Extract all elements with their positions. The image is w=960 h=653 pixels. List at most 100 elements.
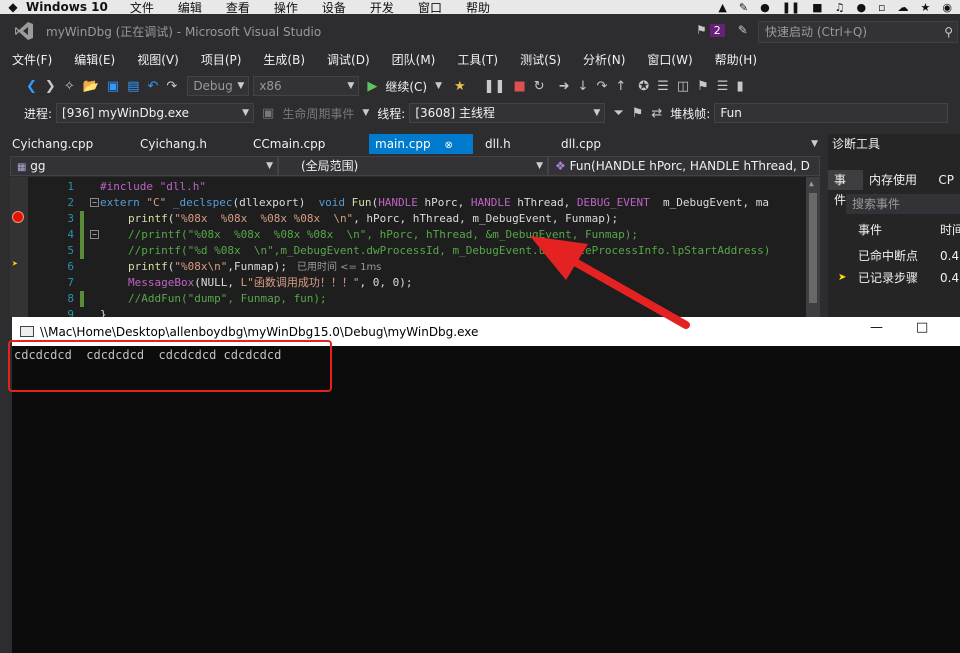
breakpoint-icon[interactable] xyxy=(12,211,24,223)
apple-icon[interactable]: ◆ xyxy=(0,0,26,14)
menu-file[interactable]: 文件(F) xyxy=(12,51,52,68)
toolbar-options-icon[interactable]: ▮ xyxy=(736,79,743,94)
show-next-statement-icon[interactable]: ➜ xyxy=(559,79,570,94)
save-icon[interactable]: ▣ xyxy=(107,79,119,94)
scrollbar-thumb[interactable] xyxy=(809,193,817,303)
minimize-icon[interactable]: — xyxy=(870,320,883,335)
restart-icon[interactable]: ↻ xyxy=(534,79,545,94)
play-icon[interactable]: ▶ xyxy=(367,79,377,94)
mac-menu-help[interactable]: 帮助 xyxy=(466,0,490,15)
bookmark-icon[interactable]: ⚑ xyxy=(697,79,709,94)
project-dropdown[interactable]: ▦ gg ▼ xyxy=(10,156,278,176)
network-icon[interactable]: ▲ xyxy=(718,1,726,14)
tab-memory-usage[interactable]: 内存使用率 xyxy=(863,170,932,207)
quick-launch-input[interactable]: 快速启动 (Ctrl+Q) ⚲ xyxy=(758,21,958,43)
editor-scrollbar[interactable]: ▲ xyxy=(806,177,820,317)
menu-team[interactable]: 团队(M) xyxy=(392,51,436,68)
wechat-icon[interactable]: ● xyxy=(760,1,770,14)
open-file-icon[interactable]: 📂 xyxy=(83,79,99,94)
stack-frame-dropdown[interactable]: Fun xyxy=(714,103,949,123)
wifi-icon[interactable]: ◉ xyxy=(942,1,952,14)
menu-window[interactable]: 窗口(W) xyxy=(647,51,692,68)
code-text[interactable]: #include "dll.h" extern "C" _declspec(dl… xyxy=(100,177,806,317)
stop-debug-icon[interactable]: ■ xyxy=(513,79,525,94)
messages-icon[interactable]: ✎ xyxy=(739,1,748,14)
lifecycle-events-button[interactable]: 生命周期事件 xyxy=(282,105,354,122)
tab-main-cpp[interactable]: main.cpp ⊗ ✕ xyxy=(369,134,473,173)
maximize-icon[interactable]: □ xyxy=(916,320,928,335)
hot-reload-icon[interactable]: ★ xyxy=(454,79,466,94)
collapse-icon[interactable]: − xyxy=(90,230,99,239)
menu-view[interactable]: 视图(V) xyxy=(137,51,179,68)
dock-icon[interactable]: ■ xyxy=(812,1,822,14)
column-time[interactable]: 时间 xyxy=(940,220,960,240)
pin-icon[interactable]: ⊗ xyxy=(444,140,452,151)
menu-analyze[interactable]: 分析(N) xyxy=(583,51,625,68)
pause-icon[interactable]: ❚❚ xyxy=(782,1,800,14)
redo-icon[interactable]: ↷ xyxy=(166,79,177,94)
comment-icon[interactable]: ◫ xyxy=(677,79,689,94)
step-over-icon[interactable]: ↷ xyxy=(596,79,607,94)
pause-debug-icon[interactable]: ❚❚ xyxy=(484,79,506,94)
mac-menu-window[interactable]: 窗口 xyxy=(418,0,442,15)
bell-icon[interactable]: ♫ xyxy=(835,1,845,14)
indicator-margin[interactable] xyxy=(10,177,28,317)
menu-debug[interactable]: 调试(D) xyxy=(327,51,370,68)
lifecycle-icon[interactable]: ▣ xyxy=(262,106,274,121)
back-icon[interactable]: ❮ xyxy=(26,79,37,94)
tab-dll-cpp[interactable]: dll.cpp xyxy=(549,134,649,154)
step-out-icon[interactable]: ↑ xyxy=(615,79,626,94)
filter-icon[interactable]: ⏷ xyxy=(613,106,623,121)
code-editor[interactable]: ➤ 1 2 3 4 5 6 7 8 9 − − #include "dll.h"… xyxy=(10,177,820,317)
menu-edit[interactable]: 编辑(E) xyxy=(74,51,115,68)
chevron-down-icon[interactable]: ▼ xyxy=(435,81,442,91)
mac-menu-device[interactable]: 设备 xyxy=(322,0,346,15)
member-dropdown[interactable]: ❖ Fun(HANDLE hPorc, HANDLE hThread, D xyxy=(548,156,820,176)
list-icon[interactable]: ☰ xyxy=(657,79,669,94)
menu-test[interactable]: 测试(S) xyxy=(520,51,561,68)
scroll-up-icon[interactable]: ▲ xyxy=(809,179,814,188)
search-icon[interactable]: ⚲ xyxy=(944,22,953,42)
menu-project[interactable]: 项目(P) xyxy=(201,51,242,68)
collapse-icon[interactable]: − xyxy=(90,198,99,207)
tab-events[interactable]: 事件 xyxy=(828,170,863,207)
table-row[interactable]: ➤ 已记录步骤 0.45 xyxy=(828,268,960,288)
mac-menu-file[interactable]: 文件 xyxy=(130,0,154,15)
chevron-down-icon[interactable]: ▼ xyxy=(362,108,369,118)
continue-button[interactable]: 继续(C) xyxy=(385,78,427,95)
thread-dropdown[interactable]: [3608] 主线程 ▼ xyxy=(409,103,606,123)
undo-icon[interactable]: ↶ xyxy=(148,79,159,94)
column-event[interactable]: 事件 xyxy=(828,220,940,240)
tab-ccmain-cpp[interactable]: CCmain.cpp xyxy=(241,134,369,154)
bluetooth-icon[interactable]: ★ xyxy=(921,1,931,14)
menu-build[interactable]: 生成(B) xyxy=(263,51,305,68)
notifications[interactable]: ⚑ 2 ✎ xyxy=(696,23,748,37)
flag-icon[interactable]: ⚑ xyxy=(696,23,707,37)
feedback-icon[interactable]: ✎ xyxy=(738,23,748,37)
platform-dropdown[interactable]: x86 ▼ xyxy=(253,76,360,96)
mac-menu-develop[interactable]: 开发 xyxy=(370,0,394,15)
cloud-icon[interactable]: ☁ xyxy=(898,1,909,14)
save-all-icon[interactable]: ▤ xyxy=(127,79,139,94)
new-project-icon[interactable]: ✧ xyxy=(64,79,75,94)
forward-icon[interactable]: ❯ xyxy=(45,79,56,94)
thread-switch-icon[interactable]: ⇄ xyxy=(651,106,662,121)
process-dropdown[interactable]: [936] myWinDbg.exe ▼ xyxy=(56,103,255,123)
search-events-input[interactable]: 搜索事件 xyxy=(846,194,960,214)
menu-help[interactable]: 帮助(H) xyxy=(715,51,757,68)
share-icon[interactable]: ▫ xyxy=(878,1,885,14)
tab-cyichang-cpp[interactable]: Cyichang.cpp xyxy=(0,134,128,154)
indent-icon[interactable]: ☰ xyxy=(717,79,729,94)
menu-tools[interactable]: 工具(T) xyxy=(457,51,498,68)
breakpoint-toggle-icon[interactable]: ✪ xyxy=(638,79,649,94)
mac-menu-action[interactable]: 操作 xyxy=(274,0,298,15)
tab-cyichang-h[interactable]: Cyichang.h xyxy=(128,134,241,154)
mac-menu-view[interactable]: 查看 xyxy=(226,0,250,15)
mac-app-name[interactable]: Windows 10 xyxy=(26,0,108,14)
qq-icon[interactable]: ● xyxy=(856,1,866,14)
step-into-icon[interactable]: ↓ xyxy=(578,79,589,94)
tab-list-dropdown-icon[interactable]: ▼ xyxy=(811,134,818,154)
tab-dll-h[interactable]: dll.h xyxy=(473,134,549,154)
tab-cpu[interactable]: CP xyxy=(932,170,960,190)
mac-menu-edit[interactable]: 编辑 xyxy=(178,0,202,15)
